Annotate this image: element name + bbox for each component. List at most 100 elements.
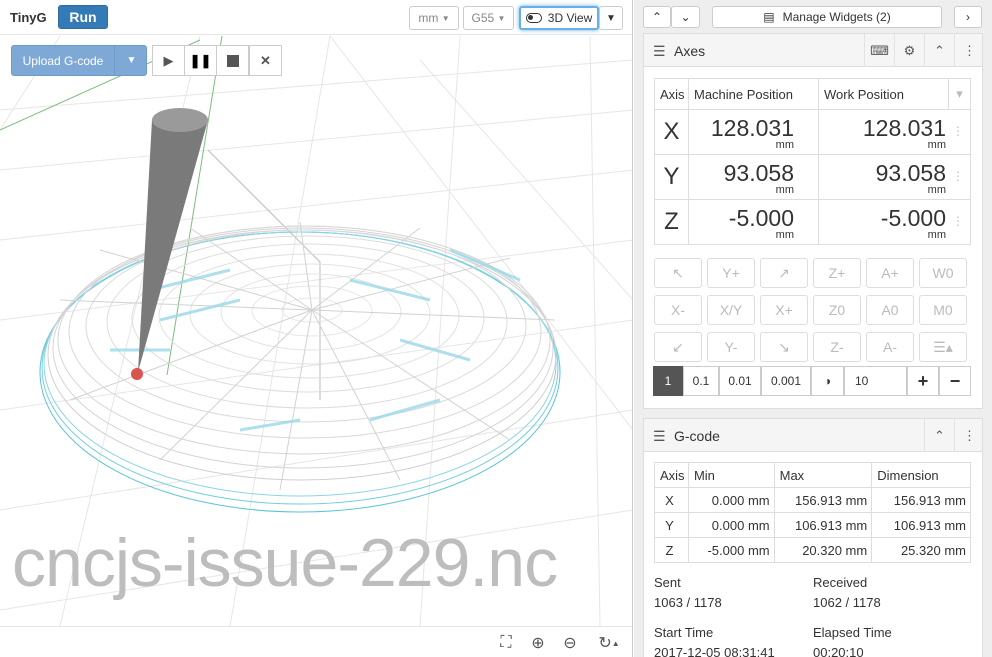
drag-handle-icon[interactable]: ☰ [653, 43, 666, 60]
step-increase-button[interactable]: + [907, 366, 939, 396]
step-0.01-button[interactable]: 0.01 [719, 366, 761, 396]
chevron-down-icon: ▼ [606, 12, 616, 24]
chevron-down-icon[interactable]: ▾ [948, 78, 971, 110]
go-xy-zero-button[interactable]: X/Y [707, 295, 755, 325]
toggle-icon [525, 13, 542, 23]
start-time-label: Start Time [654, 625, 714, 640]
toolpath-highlights [110, 248, 521, 432]
max-value: 156.913 mm [773, 487, 873, 513]
axis-row-x: X 128.031 mm 128.031 mm ⋮ [654, 109, 971, 155]
jog-xminus-button[interactable]: X- [654, 295, 702, 325]
col-header-machine: Machine Position [688, 78, 819, 110]
run-button[interactable]: Run [58, 5, 108, 29]
gear-icon[interactable]: ⚙ [894, 34, 924, 67]
col-header-min: Min [687, 462, 775, 488]
pause-button[interactable]: ❚❚ [184, 45, 217, 76]
play-button[interactable]: ▶ [152, 45, 185, 76]
jog-xplus-yminus-button[interactable]: ↘ [760, 332, 808, 362]
axes-table: Axis Machine Position Work Position ▾ X … [654, 78, 971, 245]
jog-menu-button[interactable]: ☰▴ [919, 332, 967, 362]
chevron-down-icon: ▼ [497, 13, 506, 23]
axes-widget-title: Axes [674, 43, 706, 59]
step-decrease-button[interactable]: − [939, 366, 971, 396]
step-0.1-button[interactable]: 0.1 [683, 366, 719, 396]
jog-xminus-yplus-button[interactable]: ↖ [654, 258, 702, 288]
more-vertical-icon[interactable]: ⋮ [954, 419, 984, 452]
chevron-down-icon[interactable]: ▼ [114, 46, 148, 75]
jog-xminus-yminus-button[interactable]: ↙ [654, 332, 702, 362]
jog-zminus-button[interactable]: Z- [813, 332, 861, 362]
jog-xplus-button[interactable]: X+ [760, 295, 808, 325]
arrow-up-left-icon: ↖ [672, 264, 684, 281]
go-a0-button[interactable]: A0 [866, 295, 914, 325]
col-header-axis: Axis [654, 462, 689, 488]
work-position[interactable]: -5.000 mm ⋮ [818, 199, 971, 245]
chevron-up-icon[interactable]: ⌃ [924, 419, 954, 452]
jog-aminus-button[interactable]: A- [866, 332, 914, 362]
jog-yplus-button[interactable]: Y+ [707, 258, 755, 288]
w0-button[interactable]: W0 [919, 258, 967, 288]
stop-icon [226, 54, 239, 67]
axis-label: X [654, 109, 689, 155]
sent-label: Sent [654, 575, 681, 590]
fit-view-icon[interactable]: ⛶ [494, 632, 518, 654]
jog-yminus-button[interactable]: Y- [707, 332, 755, 362]
loaded-file-name: cncjs-issue-229.nc [12, 525, 558, 601]
upload-gcode-label: Upload G-code [22, 54, 104, 68]
min-value: 0.000 mm [687, 512, 775, 538]
minus-icon: − [949, 370, 961, 391]
list-icon: ▤ [763, 10, 775, 24]
close-gcode-button[interactable]: ✕ [249, 45, 282, 76]
jog-aplus-button[interactable]: A+ [866, 258, 914, 288]
more-vertical-icon[interactable]: ⋮ [952, 124, 964, 138]
m0-button[interactable]: M0 [919, 295, 967, 325]
stop-button[interactable] [216, 45, 249, 76]
wcs-dropdown[interactable]: G55 ▼ [463, 6, 514, 30]
axis-row-z: Z -5.000 mm -5.000 mm ⋮ [654, 199, 971, 245]
view-3d-toggle[interactable]: 3D View [519, 6, 599, 30]
upload-gcode-button[interactable]: Upload G-code ▼ [11, 45, 147, 76]
axis-label: Y [654, 154, 689, 200]
gcode-widget: ☰ G-code ⌃ ⋮ Axis Min Max Dimension X 0.… [643, 418, 983, 657]
jog-xplus-yplus-button[interactable]: ↗ [760, 258, 808, 288]
manage-widgets-button[interactable]: ▤ Manage Widgets (2) [712, 6, 942, 28]
more-vertical-icon[interactable]: ⋮ [952, 214, 964, 228]
more-vertical-icon[interactable]: ⋮ [954, 34, 984, 67]
axis-label: Y [654, 512, 689, 538]
widgets-panel: ⌃ ⌄ ▤ Manage Widgets (2) › ☰ Axes ⌨ ⚙ ⌃ ⋮… [634, 0, 992, 657]
work-position[interactable]: 128.031 mm ⋮ [818, 109, 971, 155]
contrast-icon: ◑ [823, 374, 832, 388]
view-options-caret[interactable]: ▼ [599, 6, 623, 30]
rotate-options-icon[interactable]: ↻ ▲ [592, 632, 626, 654]
chevron-up-icon[interactable]: ⌃ [924, 34, 954, 67]
expand-down-button[interactable]: ⌄ [671, 6, 700, 28]
gcode-widget-title: G-code [674, 428, 720, 444]
gcode-bounds-table: Axis Min Max Dimension X 0.000 mm 156.91… [654, 462, 971, 563]
table-row: Y 0.000 mm 106.913 mm 106.913 mm [654, 512, 971, 538]
arrow-up-right-icon: ↗ [778, 264, 790, 281]
step-1-button[interactable]: 1 [653, 366, 683, 396]
dimension-value: 106.913 mm [871, 512, 971, 538]
jog-zplus-button[interactable]: Z+ [813, 258, 861, 288]
chevron-right-icon: › [966, 10, 970, 24]
received-label: Received [813, 575, 868, 590]
table-row: Z -5.000 mm 20.320 mm 25.320 mm [654, 537, 971, 563]
tool-cone [138, 108, 208, 372]
work-position[interactable]: 93.058 mm ⋮ [818, 154, 971, 200]
collapse-up-button[interactable]: ⌃ [643, 6, 671, 28]
keyboard-icon[interactable]: ⌨ [864, 34, 894, 67]
elapsed-time-label: Elapsed Time [813, 625, 892, 640]
custom-step-toggle[interactable]: ◑ [811, 366, 844, 396]
plus-icon: + [917, 370, 929, 391]
units-dropdown[interactable]: mm ▼ [409, 6, 459, 30]
next-panel-button[interactable]: › [954, 6, 982, 28]
more-vertical-icon[interactable]: ⋮ [952, 169, 964, 183]
zoom-in-icon[interactable]: ⊕ [526, 632, 550, 654]
zoom-out-icon[interactable]: ⊖ [558, 632, 582, 654]
go-z0-button[interactable]: Z0 [813, 295, 861, 325]
start-time-value: 2017-12-05 08:31:41 [654, 645, 775, 657]
elapsed-time-value: 00:20:10 [813, 645, 864, 657]
custom-step-input[interactable]: 10 [844, 366, 907, 396]
step-0.001-button[interactable]: 0.001 [761, 366, 811, 396]
drag-handle-icon[interactable]: ☰ [653, 428, 666, 445]
